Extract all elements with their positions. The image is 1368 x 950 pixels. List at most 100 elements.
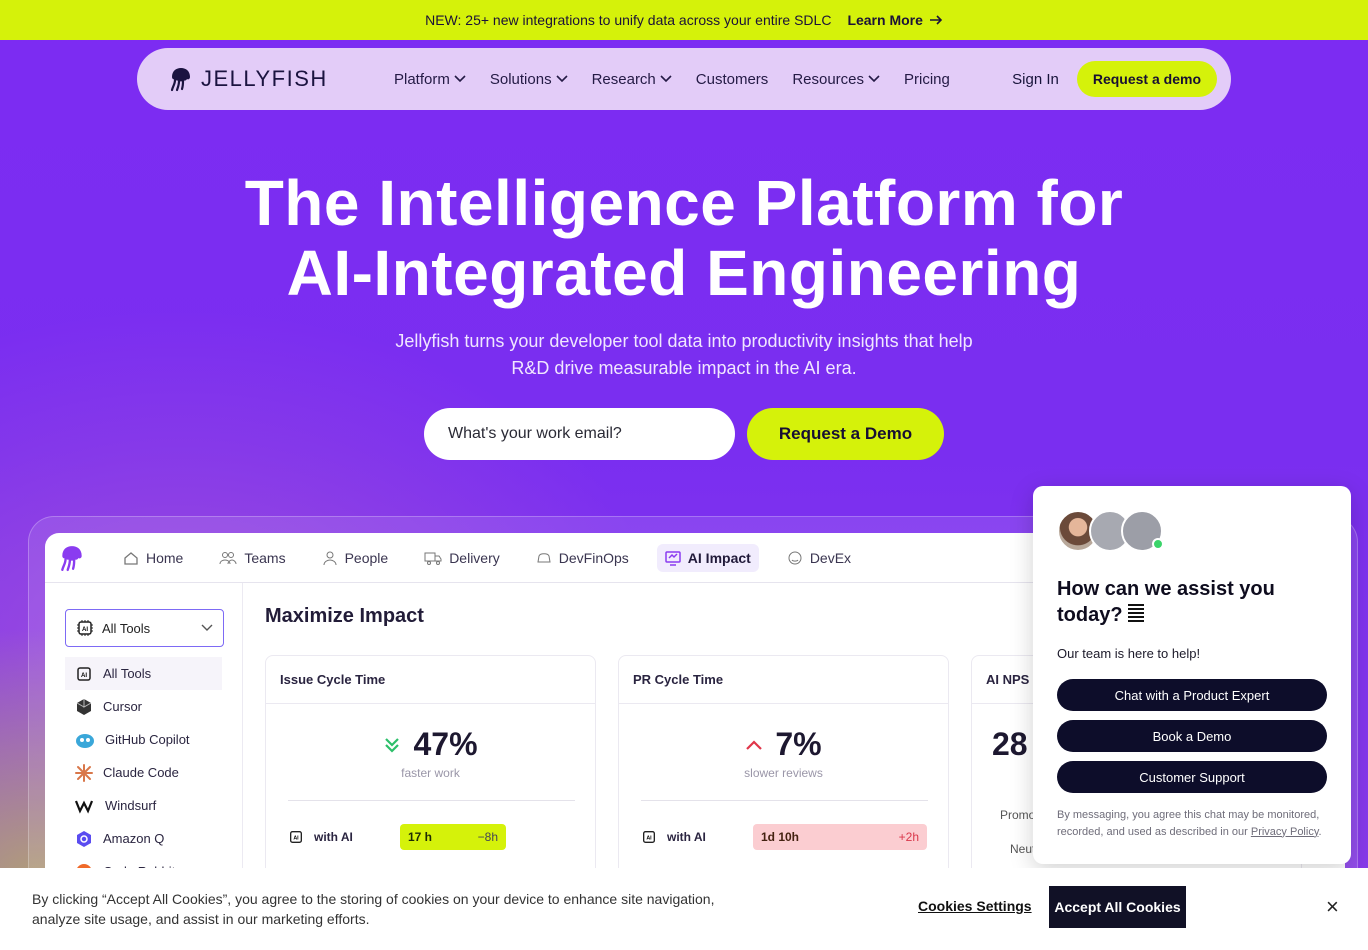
- row-label: with AI: [667, 830, 706, 844]
- nav-item-resources[interactable]: Resources: [792, 71, 880, 88]
- tool-label: All Tools: [103, 666, 152, 681]
- tab-label: People: [344, 549, 389, 566]
- nav-item-solutions[interactable]: Solutions: [490, 71, 568, 88]
- ai-chip-icon: AI: [643, 831, 655, 843]
- tool-item-github-copilot[interactable]: GitHub Copilot: [65, 723, 222, 756]
- teams-icon: [219, 551, 237, 564]
- windsurf-logo-icon: [75, 800, 94, 814]
- tab-label: DevEx: [809, 549, 852, 566]
- maximize-impact-title: Maximize Impact: [265, 605, 424, 627]
- row-label: with AI: [314, 830, 353, 844]
- ai-chip-icon: AI: [77, 666, 91, 681]
- home-icon: [124, 551, 138, 565]
- tab-label: Home: [146, 549, 184, 566]
- app-tab-ai-impact[interactable]: AI Impact: [656, 543, 759, 572]
- chat-heading: How can we assist you today?: [1057, 576, 1327, 628]
- nav-item-customers[interactable]: Customers: [696, 71, 769, 88]
- ai-chip-icon: AI: [77, 620, 93, 636]
- double-chevron-down-icon: [385, 737, 400, 753]
- app-tab-devex[interactable]: DevEx: [779, 544, 859, 572]
- svg-text:AI: AI: [646, 836, 652, 842]
- chevron-down-icon: [556, 75, 568, 83]
- hero-subtitle: Jellyfish turns your developer tool data…: [395, 331, 973, 378]
- chat-subtext: Our team is here to help!: [1057, 646, 1201, 661]
- tab-label: Teams: [244, 549, 286, 566]
- cookie-text: By clicking “Accept All Cookies”, you ag…: [32, 891, 715, 927]
- pill-value: 17 h: [408, 830, 433, 844]
- svg-text:AI: AI: [293, 836, 299, 842]
- devex-icon: [788, 551, 802, 564]
- tool-item-amazon-q[interactable]: Amazon Q: [65, 822, 222, 855]
- request-demo-button[interactable]: Request a demo: [1076, 61, 1217, 97]
- metric-value: 28: [992, 726, 1028, 762]
- app-tab-teams[interactable]: Teams: [211, 544, 293, 572]
- chat-heading-text: How can we assist you today?: [1057, 578, 1275, 626]
- ai-chip-icon: AI: [290, 831, 302, 843]
- tool-item-claude-code[interactable]: Claude Code: [65, 756, 222, 789]
- sign-in-link[interactable]: Sign In: [1012, 71, 1059, 88]
- nav-label: Resources: [792, 70, 865, 88]
- tool-label: Windsurf: [105, 798, 157, 813]
- card-metric: 47%: [266, 726, 595, 763]
- app-tab-delivery[interactable]: Delivery: [416, 544, 508, 572]
- tool-label: Amazon Q: [103, 831, 165, 846]
- nav-item-research[interactable]: Research: [592, 71, 672, 88]
- announcement-bar: NEW: 25+ new integrations to unify data …: [0, 0, 1368, 40]
- card-title: PR Cycle Time: [619, 656, 948, 704]
- pill-delta: +2h: [898, 830, 919, 844]
- hero-title-line-2: AI-Integrated Engineering: [286, 237, 1082, 309]
- devfinops-icon: [537, 552, 551, 562]
- jellyfish-logo-icon: [170, 68, 190, 92]
- app-tab-people[interactable]: People: [314, 544, 397, 572]
- divider: [288, 800, 575, 801]
- nav-item-platform[interactable]: Platform: [394, 71, 466, 88]
- nav-item-pricing[interactable]: Pricing: [904, 71, 950, 88]
- typing-indicator-icon: [1128, 604, 1145, 624]
- hero-request-demo-button[interactable]: Request a Demo: [747, 408, 944, 460]
- privacy-policy-link[interactable]: Privacy Policy: [1251, 826, 1319, 838]
- accept-all-cookies-button[interactable]: Accept All Cookies: [1049, 886, 1186, 928]
- chevron-down-icon: [868, 75, 880, 83]
- nav-menu: Platform Solutions Research Customers Re…: [394, 71, 950, 88]
- navbar: JELLYFISH Platform Solutions Research Cu…: [137, 48, 1231, 110]
- nps-promoters-label: Promo: [1000, 808, 1036, 822]
- logo[interactable]: JELLYFISH: [169, 66, 394, 92]
- app-tab-devfinops[interactable]: DevFinOps: [528, 544, 637, 572]
- delivery-icon: [424, 552, 442, 565]
- svg-text:AI: AI: [81, 673, 87, 679]
- nav-label: Platform: [394, 70, 450, 88]
- arrow-right-icon: [929, 15, 943, 25]
- tool-list: AI All Tools Cursor GitHub Copilot Claude…: [65, 657, 222, 888]
- jellyfish-app-logo-icon: [61, 545, 82, 571]
- nav-label: Customers: [695, 70, 769, 88]
- pill-delta: −8h: [477, 830, 498, 844]
- people-icon: [323, 551, 337, 565]
- tab-label: DevFinOps: [558, 549, 629, 566]
- nps-neutral-label: Neut: [1010, 842, 1036, 856]
- cookie-settings-button[interactable]: Cookies Settings: [918, 898, 1032, 914]
- tool-item-cursor[interactable]: Cursor: [65, 690, 222, 723]
- card-title: Issue Cycle Time: [266, 656, 595, 704]
- cursor-logo-icon: [76, 698, 92, 715]
- close-icon[interactable]: ×: [1326, 896, 1339, 918]
- tool-label: Cursor: [103, 699, 143, 714]
- learn-more-link[interactable]: Learn More: [847, 12, 943, 28]
- tool-item-all-tools[interactable]: AI All Tools: [65, 657, 222, 690]
- chat-product-expert-button[interactable]: Chat with a Product Expert: [1057, 679, 1327, 711]
- tool-item-windsurf[interactable]: Windsurf: [65, 789, 222, 822]
- learn-more-label: Learn More: [847, 12, 923, 28]
- chevron-up-icon: [746, 739, 763, 750]
- brand-name: JELLYFISH: [201, 66, 328, 91]
- chat-legal-text: By messaging, you agree this chat may be…: [1057, 809, 1322, 838]
- chat-widget: How can we assist you today? Our team is…: [1033, 486, 1351, 864]
- chat-customer-support-button[interactable]: Customer Support: [1057, 761, 1327, 793]
- announcement-text: NEW: 25+ new integrations to unify data …: [425, 12, 832, 28]
- chat-book-demo-button[interactable]: Book a Demo: [1057, 720, 1327, 752]
- metric-caption: slower reviews: [744, 766, 823, 780]
- app-tab-home[interactable]: Home: [115, 544, 191, 572]
- nav-label: Pricing: [904, 70, 950, 88]
- work-email-input[interactable]: [424, 408, 735, 460]
- ai-impact-icon: [665, 550, 681, 566]
- tool-select-dropdown[interactable]: AI All Tools: [65, 609, 224, 647]
- amazon-q-logo-icon: [77, 830, 91, 847]
